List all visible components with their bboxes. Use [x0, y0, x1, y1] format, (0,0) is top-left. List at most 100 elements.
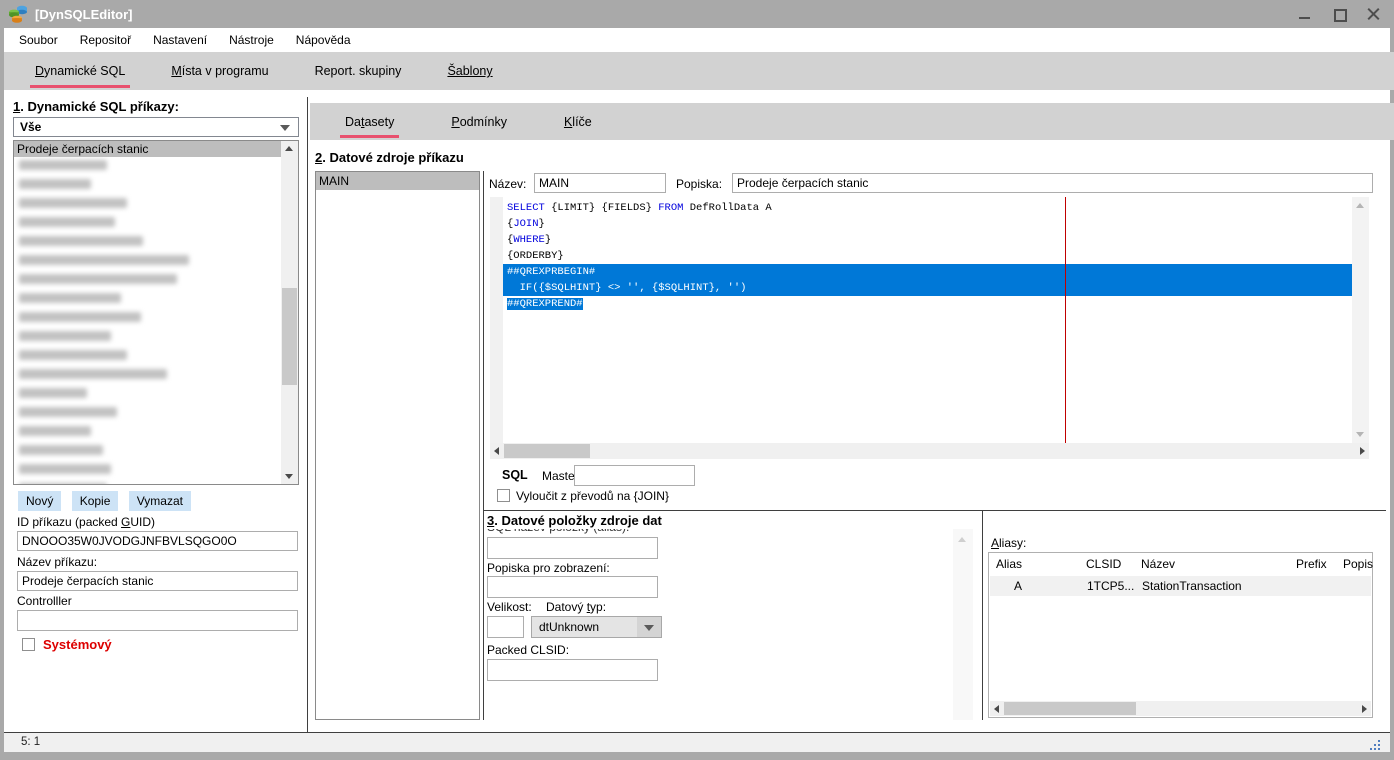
- left-panel-divider: [307, 97, 308, 732]
- packed-clsid-input[interactable]: [487, 659, 658, 681]
- list-item-redacted[interactable]: [14, 179, 298, 195]
- code-line-6[interactable]: IF({$SQLHINT} <> '', {$SQLHINT}, ''): [503, 280, 1352, 296]
- tab-datasety[interactable]: Datasety: [340, 103, 399, 140]
- aliases-table[interactable]: Alias CLSID Název Prefix Popis A1TCP5...Stat…: [988, 552, 1373, 718]
- sql-filter-combobox[interactable]: Vše: [13, 117, 299, 137]
- alias-column-popis[interactable]: Popis: [1343, 557, 1373, 571]
- app-icon: [9, 5, 28, 23]
- alias-cell-nazev: StationTransaction: [1142, 579, 1242, 593]
- commands-list-scrollbar[interactable]: [281, 141, 298, 484]
- close-button[interactable]: [1367, 8, 1380, 21]
- tab-podminky[interactable]: Podmínky: [446, 103, 512, 140]
- name-input[interactable]: [17, 571, 298, 591]
- maximize-button[interactable]: [1333, 8, 1346, 21]
- new-button[interactable]: Nový: [18, 491, 61, 511]
- minimize-button[interactable]: [1299, 8, 1312, 21]
- sql-editor[interactable]: SELECT {LIMIT} {FIELDS} FROM DefRollData…: [503, 197, 1352, 443]
- list-item-selected[interactable]: Prodeje čerpacích stanic: [14, 141, 284, 157]
- scroll-up-icon: [285, 146, 293, 151]
- list-item-redacted[interactable]: [14, 331, 298, 347]
- data-type-label: Datový typ:: [546, 600, 606, 614]
- list-item-redacted[interactable]: [14, 483, 298, 485]
- menu-nastroje[interactable]: Nástroje: [218, 28, 285, 52]
- controller-input[interactable]: [17, 610, 298, 631]
- cursor-position: 5: 1: [21, 736, 40, 748]
- scrollbar-thumb[interactable]: [282, 288, 297, 385]
- alias-column-alias[interactable]: Alias: [996, 557, 1022, 571]
- menu-soubor[interactable]: Soubor: [8, 28, 69, 52]
- alias-column-prefix[interactable]: Prefix: [1296, 557, 1327, 571]
- menu-repositor[interactable]: Repositoř: [69, 28, 142, 52]
- size-label: Velikost:: [487, 600, 532, 614]
- list-item-redacted[interactable]: [14, 350, 298, 366]
- list-item-redacted[interactable]: [14, 445, 298, 461]
- alias-row[interactable]: A1TCP5...StationTransaction: [990, 576, 1371, 596]
- scrollbar-thumb[interactable]: [504, 444, 590, 458]
- code-line-5[interactable]: ##QREXPRBEGIN#: [503, 264, 1352, 280]
- code-line-1[interactable]: SELECT {LIMIT} {FIELDS} FROM DefRollData…: [503, 200, 1352, 216]
- editor-vertical-scrollbar[interactable]: [1352, 197, 1369, 443]
- dataset-name-input[interactable]: [534, 173, 666, 193]
- packed-clsid-label: Packed CLSID:: [487, 643, 569, 657]
- id-input[interactable]: [17, 531, 298, 551]
- dataset-name-label: Název:: [489, 177, 526, 191]
- scroll-right-icon: [1362, 705, 1367, 713]
- code-line-7[interactable]: ##QREXPREND#: [503, 296, 1352, 312]
- scrollbar-thumb[interactable]: [1004, 702, 1136, 715]
- display-caption-label: Popiska pro zobrazení:: [487, 561, 610, 575]
- list-item-redacted[interactable]: [14, 426, 298, 442]
- size-input[interactable]: [487, 616, 524, 638]
- code-line-2[interactable]: {JOIN}: [503, 216, 1352, 232]
- list-item-redacted[interactable]: [14, 312, 298, 328]
- data-type-value: dtUnknown: [539, 620, 599, 634]
- dataset-item-main[interactable]: MAIN: [316, 172, 479, 190]
- list-item-redacted[interactable]: [14, 255, 298, 271]
- editor-horizontal-scrollbar[interactable]: [490, 443, 1369, 459]
- code-line-3[interactable]: {WHERE}: [503, 232, 1352, 248]
- tab-dynamicke-sql[interactable]: Dynamické SQL: [30, 52, 130, 90]
- copy-button[interactable]: Kopie: [72, 491, 119, 511]
- aliases-horizontal-scrollbar[interactable]: [990, 701, 1371, 716]
- fields-scrollbar-disabled: [953, 529, 973, 720]
- delete-button[interactable]: Vymazat: [129, 491, 191, 511]
- menu-napoveda[interactable]: Nápověda: [285, 28, 362, 52]
- dataset-divider: [483, 171, 484, 720]
- menu-bar: SouborRepositořNastaveníNástrojeNápověda: [4, 28, 1390, 52]
- main-tab-strip: Dynamické SQL Místa v programu Report. sku…: [4, 52, 1394, 90]
- section-2-header: 2. Datové zdroje příkazu: [315, 150, 464, 165]
- title-bar: [DynSQLEditor]: [0, 0, 1394, 28]
- filter-combo-value: Vše: [20, 120, 41, 134]
- alias-column-clsid[interactable]: CLSID: [1086, 557, 1121, 571]
- list-item-redacted[interactable]: [14, 369, 298, 385]
- scroll-up-icon: [1356, 203, 1364, 208]
- tab-klice[interactable]: Klíče: [559, 103, 597, 140]
- code-line-4[interactable]: {ORDERBY}: [503, 248, 1352, 264]
- sql-label: SQL: [502, 468, 528, 482]
- list-item-redacted[interactable]: [14, 293, 298, 309]
- list-item-redacted[interactable]: [14, 160, 298, 176]
- master-input[interactable]: [574, 465, 695, 486]
- aliases-label: Aliasy:: [991, 536, 1026, 550]
- alias-column-nazev[interactable]: Název: [1141, 557, 1175, 571]
- list-item-redacted[interactable]: [14, 388, 298, 404]
- list-item-redacted[interactable]: [14, 407, 298, 423]
- minimize-icon: [1299, 17, 1310, 19]
- data-type-combobox[interactable]: dtUnknown: [531, 616, 662, 638]
- list-item-redacted[interactable]: [14, 464, 298, 480]
- list-item-redacted[interactable]: [14, 217, 298, 233]
- dataset-caption-input[interactable]: [732, 173, 1373, 193]
- tab-sablony[interactable]: Šablony: [442, 52, 497, 90]
- sql-commands-list[interactable]: Prodeje čerpacích stanic: [13, 140, 299, 485]
- alias-name-input[interactable]: [487, 537, 658, 559]
- display-caption-input[interactable]: [487, 576, 658, 598]
- list-item-redacted[interactable]: [14, 198, 298, 214]
- resize-grip[interactable]: [1378, 740, 1380, 742]
- tab-report-skupiny[interactable]: Report. skupiny: [310, 52, 407, 90]
- system-checkbox[interactable]: [22, 638, 35, 651]
- dataset-list[interactable]: MAIN: [315, 171, 480, 720]
- list-item-redacted[interactable]: [14, 236, 298, 252]
- menu-nastaveni[interactable]: Nastavení: [142, 28, 218, 52]
- exclude-join-checkbox[interactable]: [497, 489, 510, 502]
- list-item-redacted[interactable]: [14, 274, 298, 290]
- tab-mista-v-programu[interactable]: Místa v programu: [166, 52, 273, 90]
